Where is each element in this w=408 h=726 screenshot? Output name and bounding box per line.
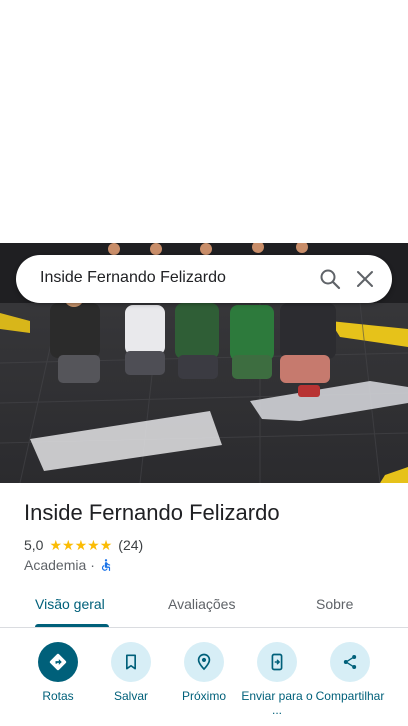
star-icon: ★: [62, 537, 75, 553]
review-count[interactable]: (24): [118, 537, 143, 553]
category-row: Academia ·: [24, 556, 113, 574]
send-to-phone-label: Enviar para o ...: [241, 689, 313, 717]
star-rating: ★ ★ ★ ★ ★: [49, 538, 112, 552]
tab-about[interactable]: Sobre: [316, 596, 353, 612]
map-blank-area: [0, 0, 408, 243]
save-button[interactable]: Salvar: [93, 642, 169, 703]
wheelchair-icon: [99, 558, 113, 572]
search-icon[interactable]: [318, 267, 342, 291]
tab-bar: Visão geral Avaliações Sobre: [0, 586, 408, 628]
rating-value: 5,0: [24, 537, 44, 553]
action-bar: Rotas Salvar Próximo Enviar para o ... C…: [0, 640, 408, 726]
bookmark-icon: [111, 642, 151, 682]
tab-reviews[interactable]: Avaliações: [168, 596, 235, 612]
share-button[interactable]: Compartilhar: [312, 642, 388, 703]
nearby-label: Próximo: [181, 689, 226, 703]
tab-overview[interactable]: Visão geral: [35, 596, 105, 612]
star-icon: ★: [99, 537, 113, 553]
star-icon: ★: [49, 537, 63, 553]
share-icon: [330, 642, 370, 682]
star-icon: ★: [74, 537, 88, 553]
separator-dot: ·: [90, 557, 95, 573]
directions-label: Rotas: [42, 689, 74, 703]
close-icon[interactable]: [353, 267, 377, 291]
save-label: Salvar: [113, 689, 148, 703]
nearby-icon: [184, 642, 224, 682]
share-label: Compartilhar: [315, 689, 385, 703]
active-tab-indicator: [35, 624, 109, 627]
search-bar[interactable]: Inside Fernando Felizardo: [16, 255, 392, 303]
send-to-phone-icon: [257, 642, 297, 682]
nearby-button[interactable]: Próximo: [166, 642, 242, 703]
rating-row[interactable]: 5,0 ★ ★ ★ ★ ★ (24): [24, 536, 143, 554]
send-to-phone-button[interactable]: Enviar para o ...: [239, 642, 315, 717]
directions-button[interactable]: Rotas: [20, 642, 96, 703]
search-input[interactable]: Inside Fernando Felizardo: [40, 269, 226, 287]
place-title: Inside Fernando Felizardo: [24, 500, 280, 525]
star-icon: ★: [87, 537, 100, 553]
directions-icon: [38, 642, 78, 682]
category-label: Academia: [24, 557, 87, 573]
